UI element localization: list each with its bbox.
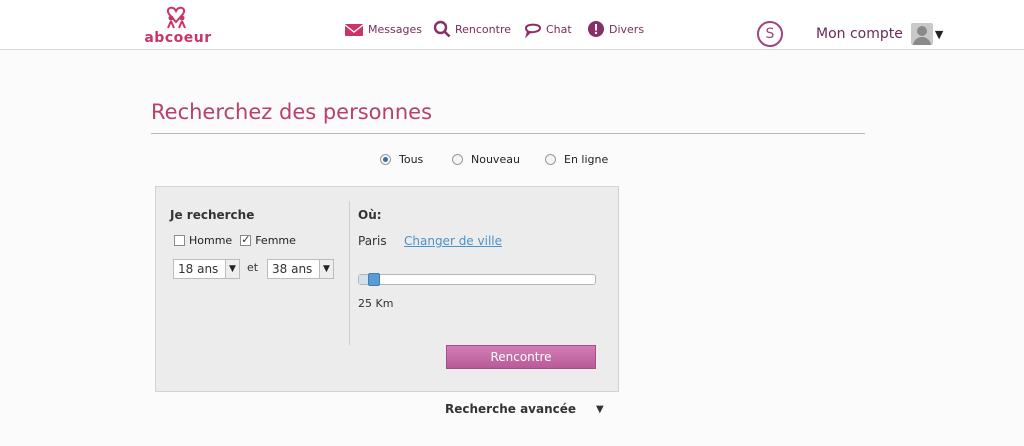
homme-checkbox[interactable] bbox=[174, 235, 185, 246]
brand-logo[interactable]: abcoeur bbox=[143, 4, 213, 48]
nav-divers[interactable]: Divers bbox=[587, 18, 644, 40]
advanced-search-label: Recherche avancée bbox=[445, 402, 577, 416]
nav-divers-label: Divers bbox=[609, 22, 645, 36]
title-divider bbox=[151, 133, 865, 134]
femme-checkbox[interactable] bbox=[240, 233, 252, 246]
change-city-link[interactable]: Changer de ville bbox=[404, 234, 502, 248]
distance-value: 25 Km bbox=[358, 297, 394, 310]
nav-chat[interactable]: Chat bbox=[524, 18, 572, 40]
nav-messages-label: Messages bbox=[368, 22, 422, 36]
rencontre-submit-button[interactable]: Rencontre bbox=[446, 345, 596, 369]
age-min-value: 18 ans bbox=[178, 262, 219, 276]
account-label: Mon compte bbox=[816, 26, 903, 42]
distance-slider-handle[interactable] bbox=[368, 273, 380, 286]
filter-en-ligne[interactable]: En ligne bbox=[545, 153, 608, 166]
search-panel: Je recherche Homme Femme 18 ans ▼ et 38 … bbox=[155, 186, 619, 392]
nav-rencontre[interactable]: Rencontre bbox=[433, 18, 511, 40]
chat-bubble-icon bbox=[524, 23, 542, 38]
filter-tous-label: Tous bbox=[399, 153, 424, 166]
femme-label: Femme bbox=[255, 234, 296, 247]
je-recherche-heading: Je recherche bbox=[170, 208, 255, 222]
account-menu[interactable]: Mon compte ▼ bbox=[816, 22, 943, 46]
page-title: Recherchez des personnes bbox=[151, 100, 433, 124]
brand-name: abcoeur bbox=[144, 30, 212, 46]
nav-rencontre-label: Rencontre bbox=[455, 22, 511, 36]
app-root: abcoeur Messages Rencontre Chat Divers S… bbox=[0, 0, 1024, 446]
caret-down-icon: ▼ bbox=[934, 27, 944, 41]
search-icon bbox=[433, 20, 451, 38]
top-navigation-bar: abcoeur Messages Rencontre Chat Divers S… bbox=[0, 0, 1024, 50]
age-min-select[interactable]: 18 ans ▼ bbox=[173, 259, 240, 279]
filter-en-ligne-label: En ligne bbox=[564, 153, 609, 166]
distance-slider[interactable] bbox=[358, 273, 596, 286]
s-badge-icon[interactable]: S bbox=[757, 21, 783, 47]
radio-nouveau[interactable] bbox=[452, 154, 463, 165]
gender-options: Homme Femme bbox=[174, 233, 296, 247]
filter-tous[interactable]: Tous bbox=[380, 153, 423, 166]
exclamation-icon bbox=[588, 21, 604, 37]
chevron-down-icon: ▼ bbox=[225, 260, 239, 278]
logo-heart-icon bbox=[166, 6, 186, 29]
nav-chat-label: Chat bbox=[546, 22, 572, 36]
chevron-down-icon: ▼ bbox=[319, 260, 333, 278]
panel-divider bbox=[349, 201, 350, 345]
envelope-icon bbox=[344, 24, 364, 36]
nav-messages[interactable]: Messages bbox=[344, 18, 422, 40]
age-connector: et bbox=[247, 261, 259, 274]
city-value: Paris bbox=[358, 234, 387, 248]
ou-heading: Où: bbox=[358, 208, 382, 222]
filter-nouveau[interactable]: Nouveau bbox=[452, 153, 520, 166]
avatar bbox=[910, 23, 933, 45]
radio-tous[interactable] bbox=[380, 154, 391, 165]
radio-en-ligne[interactable] bbox=[545, 154, 556, 165]
advanced-search-toggle[interactable]: Recherche avancée ▼ bbox=[445, 402, 604, 416]
age-max-select[interactable]: 38 ans ▼ bbox=[267, 259, 334, 279]
homme-label: Homme bbox=[189, 234, 233, 247]
filter-nouveau-label: Nouveau bbox=[471, 153, 520, 166]
triangle-down-icon: ▼ bbox=[596, 403, 604, 415]
age-max-value: 38 ans bbox=[272, 262, 313, 276]
